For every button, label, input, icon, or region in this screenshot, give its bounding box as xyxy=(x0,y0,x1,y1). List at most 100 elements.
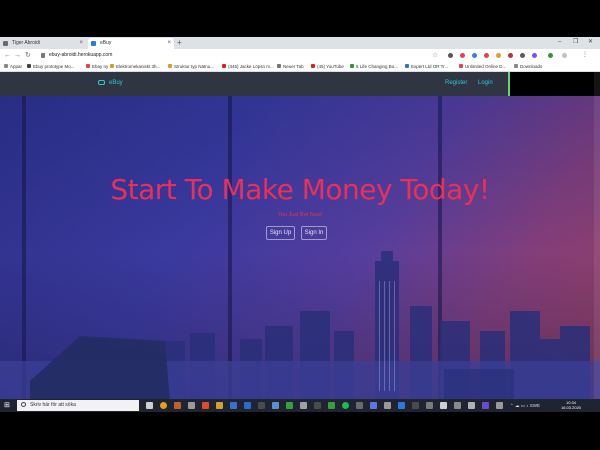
close-icon[interactable]: × xyxy=(79,38,83,49)
extension-icon[interactable] xyxy=(508,53,513,58)
downloads-icon xyxy=(514,64,518,68)
close-icon[interactable]: × xyxy=(167,38,171,49)
bookmarks-bar: Appar Ebuy prototype Mo... Ebay ny Elekt… xyxy=(0,62,600,72)
bookmark-item[interactable]: Appar xyxy=(4,62,22,71)
tab-strip: Tiger Abroidi × eBuy × + – ❐ ✕ xyxy=(0,37,600,49)
chrome-icon[interactable] xyxy=(160,402,167,409)
bookmark-item[interactable]: (345) Jacke Löpsn m... xyxy=(222,62,274,71)
bookmark-favicon-icon xyxy=(459,64,463,68)
system-tray[interactable]: ⌃ ☁ ▭ ♪ SWE xyxy=(510,400,540,411)
app-icon[interactable] xyxy=(468,402,475,409)
file-explorer-icon[interactable] xyxy=(216,402,223,409)
extension-icon[interactable] xyxy=(448,53,453,58)
edge-icon[interactable] xyxy=(244,402,251,409)
tab-tiger-abroidi[interactable]: Tiger Abroidi × xyxy=(0,38,86,49)
extension-icon[interactable] xyxy=(520,53,525,58)
new-tab-icon[interactable]: + xyxy=(177,37,182,49)
bookmark-item[interactable]: 5 Life Changing Bo... xyxy=(350,62,398,71)
extension-icon[interactable] xyxy=(496,53,501,58)
bookmark-item[interactable]: Elektromekaniskt 3h... xyxy=(110,62,160,71)
close-window-icon[interactable]: ✕ xyxy=(588,37,593,48)
bookmark-favicon-icon xyxy=(405,64,409,68)
address-bar[interactable]: ebuy-abroidi.herokuapp.com xyxy=(38,51,438,60)
bookmark-item[interactable]: Unlimited Online D... xyxy=(459,62,506,71)
register-link[interactable]: Register xyxy=(445,78,467,88)
app-icon[interactable] xyxy=(230,402,237,409)
site-navbar: eBuy Register Login xyxy=(0,72,508,96)
app-icon[interactable] xyxy=(356,402,363,409)
menu-icon[interactable]: ⋮ xyxy=(582,50,588,61)
bookmark-item[interactable]: (45) YouTube xyxy=(311,62,344,71)
tray-icons: ⌃ ☁ ▭ ♪ xyxy=(510,403,530,408)
app-icon[interactable] xyxy=(454,402,461,409)
search-icon xyxy=(21,402,26,407)
firefox-icon[interactable] xyxy=(202,402,209,409)
overlay-panel xyxy=(508,72,600,96)
windows-start-icon[interactable]: ⊞ xyxy=(4,402,10,409)
bookmark-item[interactable]: Struktur typ Nätnu... xyxy=(168,62,214,71)
browser-window: Tiger Abroidi × eBuy × + – ❐ ✕ ← → ↻ ebu… xyxy=(0,37,600,412)
tab-label: eBuy xyxy=(100,40,112,46)
app-icon[interactable] xyxy=(384,402,391,409)
hero-subtitle: You Just Bet Now! xyxy=(277,212,323,218)
maximize-icon[interactable]: ❐ xyxy=(573,37,578,48)
apps-icon xyxy=(4,64,8,68)
app-icon[interactable] xyxy=(412,402,419,409)
app-icon[interactable] xyxy=(188,402,195,409)
bookmark-favicon-icon xyxy=(110,64,114,68)
extension-icon[interactable] xyxy=(460,53,465,58)
extension-icon[interactable] xyxy=(532,53,537,58)
app-icon[interactable] xyxy=(174,402,181,409)
app-icon[interactable] xyxy=(370,402,377,409)
bookmark-item[interactable]: Ebuy prototype Mo... xyxy=(27,62,75,71)
tab-label: Tiger Abroidi xyxy=(12,40,40,46)
login-link[interactable]: Login xyxy=(478,78,493,88)
app-icon[interactable] xyxy=(300,402,307,409)
url-text: ebuy-abroidi.herokuapp.com xyxy=(49,52,113,58)
visual-studio-icon[interactable] xyxy=(482,402,489,409)
app-icon[interactable] xyxy=(286,402,293,409)
vscode-icon[interactable] xyxy=(398,402,405,409)
task-view-icon[interactable] xyxy=(146,402,153,409)
search-placeholder: Skriv här för att söka xyxy=(30,402,76,408)
page-viewport: eBuy Register Login Start To Make Money … xyxy=(0,72,600,401)
cart-icon xyxy=(98,80,105,85)
bookmark-item[interactable]: Neuer Tab xyxy=(277,62,304,71)
scrollbar[interactable] xyxy=(594,72,600,401)
github-favicon-icon xyxy=(3,41,8,46)
youtube-icon xyxy=(311,64,315,68)
back-icon[interactable]: ← xyxy=(4,50,11,61)
profile-avatar-icon[interactable] xyxy=(562,53,567,58)
reload-icon[interactable]: ↻ xyxy=(25,50,31,61)
app-icon[interactable] xyxy=(496,402,503,409)
brand-logo[interactable]: eBuy xyxy=(109,78,123,88)
bookmark-item[interactable]: Ebay ny xyxy=(86,62,108,71)
bookmark-favicon-icon xyxy=(86,64,90,68)
bookmark-item[interactable]: Downloads xyxy=(514,62,542,71)
app-icon[interactable] xyxy=(328,402,335,409)
forward-icon[interactable]: → xyxy=(14,50,21,61)
minimize-icon[interactable]: – xyxy=(558,37,561,48)
app-icon[interactable] xyxy=(440,402,447,409)
bookmark-star-icon[interactable]: ☆ xyxy=(432,50,438,61)
bookmark-favicon-icon xyxy=(27,64,31,68)
app-icon[interactable] xyxy=(272,402,279,409)
sign-up-button[interactable]: Sign Up xyxy=(266,226,295,240)
tab-ebuy[interactable]: eBuy × xyxy=(88,38,174,49)
windows-taskbar: ⊞ Skriv här för att söka ⌃ ☁ ▭ ♪ SWE 10:… xyxy=(0,399,600,412)
spotify-icon[interactable] xyxy=(342,402,349,409)
extension-icon[interactable] xyxy=(472,53,477,58)
app-icon[interactable] xyxy=(258,402,265,409)
clock-date: 16.03.2020 xyxy=(561,405,582,410)
sign-in-button[interactable]: Sign In xyxy=(301,226,327,240)
extension-icon[interactable] xyxy=(548,53,553,58)
taskbar-clock[interactable]: 10:34 16.03.2020 xyxy=(561,400,581,410)
app-icon[interactable] xyxy=(314,402,321,409)
app-icon[interactable] xyxy=(426,402,433,409)
extension-icon[interactable] xyxy=(484,53,489,58)
city-skyline xyxy=(0,251,600,401)
bookmark-item[interactable]: Expert Ltd OR Tr... xyxy=(405,62,448,71)
bookmark-favicon-icon xyxy=(222,64,226,68)
taskbar-search-input[interactable]: Skriv här för att söka xyxy=(17,400,139,411)
hero-title: Start To Make Money Today! xyxy=(110,173,490,206)
